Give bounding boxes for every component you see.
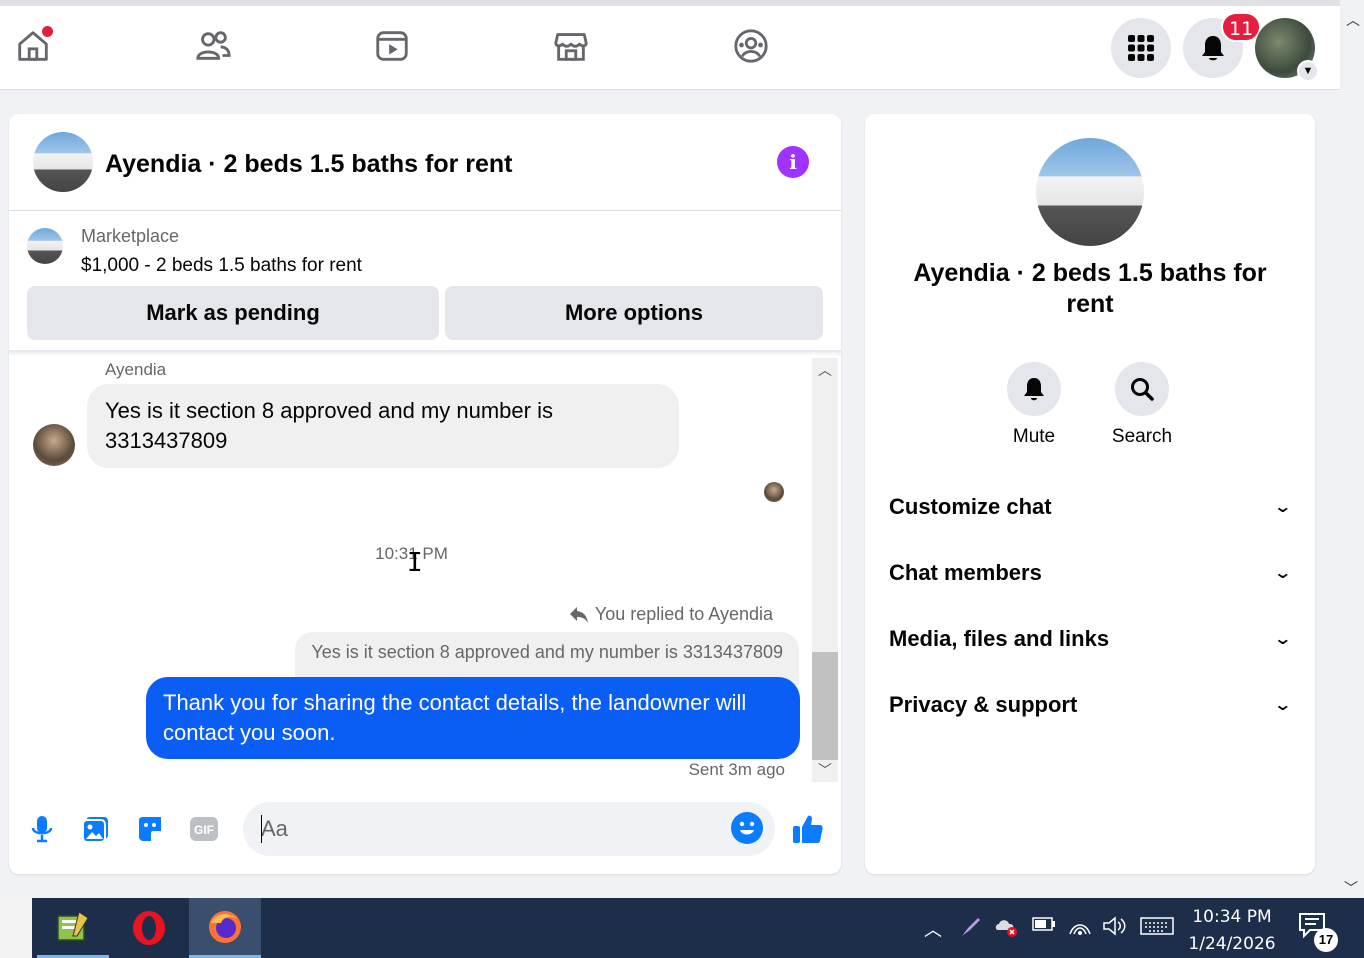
chat-members-section[interactable]: Chat members ⌄ <box>889 553 1292 593</box>
sticker-icon[interactable] <box>133 812 167 846</box>
outgoing-message[interactable]: Thank you for sharing the contact detail… <box>146 677 800 759</box>
home-notification-dot <box>42 26 53 37</box>
start-area[interactable] <box>0 898 32 958</box>
text-cursor-icon: I <box>407 548 423 578</box>
window-scroll-up-icon[interactable]: ︿ <box>1346 10 1360 30</box>
notification-count-badge: 17 <box>1314 928 1338 952</box>
video-icon[interactable] <box>372 26 412 66</box>
keyboard-icon[interactable] <box>1140 916 1174 941</box>
customize-chat-label: Customize chat <box>889 494 1052 519</box>
customize-chat-section[interactable]: Customize chat ⌄ <box>889 487 1292 527</box>
message-scrollbar[interactable]: ︿ ﹀ <box>812 358 838 782</box>
microphone-icon[interactable] <box>25 812 59 846</box>
thumbs-up-icon[interactable] <box>789 810 827 848</box>
chevron-down-icon: ⌄ <box>1272 631 1292 648</box>
home-icon[interactable] <box>13 26 53 66</box>
sender-avatar[interactable] <box>33 424 75 466</box>
reply-arrow-icon <box>569 606 588 623</box>
message-list[interactable]: Ayendia Yes is it section 8 approved and… <box>9 356 841 786</box>
message-input[interactable]: Aa <box>243 802 775 856</box>
chat-header: Ayendia · 2 beds 1.5 baths for rent i <box>9 114 841 211</box>
scroll-up-icon[interactable]: ︿ <box>812 360 838 380</box>
chevron-down-icon[interactable]: ▼ <box>1297 60 1319 82</box>
chevron-down-icon: ⌄ <box>1272 697 1292 714</box>
media-files-links-label: Media, files and links <box>889 626 1110 651</box>
listing-avatar[interactable] <box>33 132 93 192</box>
menu-grid-button[interactable] <box>1111 18 1171 78</box>
listing-price[interactable]: $1,000 - 2 beds 1.5 baths for rent <box>81 255 362 277</box>
notifications-badge: 11 <box>1221 12 1262 42</box>
privacy-support-section[interactable]: Privacy & support ⌄ <box>889 685 1292 725</box>
mute-label: Mute <box>1012 426 1056 447</box>
search-action[interactable]: Search <box>1102 362 1182 448</box>
privacy-support-label: Privacy & support <box>889 692 1078 717</box>
read-receipt-avatar <box>764 482 784 502</box>
windows-taskbar: ︿ 10:34 PM 1/24/2026 17 <box>0 898 1364 958</box>
clock-date: 1/24/2026 <box>1188 934 1276 954</box>
taskbar-app-opera[interactable] <box>113 898 185 958</box>
mark-as-pending-button[interactable]: Mark as pending <box>27 286 439 340</box>
mute-button[interactable] <box>1007 362 1061 416</box>
notepad-app-icon <box>57 910 89 941</box>
wifi-icon[interactable] <box>1068 916 1092 941</box>
photo-icon[interactable] <box>79 812 113 846</box>
emoji-icon[interactable] <box>731 812 763 844</box>
battery-icon[interactable] <box>1032 916 1056 937</box>
top-navigation-bar: 11 ▼ <box>0 0 1340 90</box>
bell-icon <box>1024 378 1044 401</box>
media-files-links-section[interactable]: Media, files and links ⌄ <box>889 619 1292 659</box>
opera-icon <box>133 911 165 945</box>
taskbar-app-notepad[interactable] <box>37 898 109 958</box>
scroll-down-icon[interactable]: ﹀ <box>812 760 838 780</box>
friends-icon[interactable] <box>193 26 233 66</box>
mute-action[interactable]: Mute <box>994 362 1074 448</box>
chat-panel: Ayendia · 2 beds 1.5 baths for rent i Ma… <box>9 114 841 874</box>
gif-label: GIF <box>194 823 214 837</box>
clock-time: 10:34 PM <box>1192 907 1272 927</box>
pen-tray-icon[interactable] <box>960 916 982 943</box>
sent-status: Sent 3m ago <box>688 760 785 779</box>
scroll-thumb[interactable] <box>812 652 838 760</box>
sender-name: Ayendia <box>105 360 167 379</box>
incoming-message[interactable]: Yes is it section 8 approved and my numb… <box>87 384 679 468</box>
show-hidden-icons-icon[interactable]: ︿ <box>924 916 942 942</box>
system-clock[interactable]: 10:34 PM 1/24/2026 <box>1180 904 1284 958</box>
notifications-bell-icon <box>1202 36 1224 61</box>
profile-avatar[interactable]: ▼ <box>1255 18 1319 82</box>
more-options-button[interactable]: More options <box>445 286 823 340</box>
onedrive-error-icon[interactable] <box>994 916 1020 943</box>
reply-indicator: You replied to Ayendia <box>569 604 773 625</box>
firefox-icon <box>209 910 241 943</box>
conversation-info-panel: Ayendia · 2 beds 1.5 baths for rent Mute… <box>865 114 1315 874</box>
chevron-down-icon: ⌄ <box>1272 565 1292 582</box>
search-label: Search <box>1111 426 1173 447</box>
search-button[interactable] <box>1115 362 1169 416</box>
menu-grid-icon <box>1128 35 1154 61</box>
info-icon[interactable]: i <box>777 146 809 178</box>
chevron-down-icon: ⌄ <box>1272 499 1292 516</box>
notifications-button[interactable]: 11 <box>1183 12 1262 78</box>
listing-profile-photo[interactable] <box>1036 138 1144 246</box>
chat-members-label: Chat members <box>889 560 1042 585</box>
listing-thumbnail[interactable] <box>27 228 63 264</box>
gif-icon[interactable]: GIF <box>187 812 221 846</box>
chat-title[interactable]: Ayendia · 2 beds 1.5 baths for rent <box>105 150 513 179</box>
search-icon <box>1131 378 1154 401</box>
marketplace-icon[interactable] <box>551 26 591 66</box>
volume-icon[interactable] <box>1102 916 1128 941</box>
marketplace-label: Marketplace <box>81 226 180 246</box>
replied-label: You replied to Ayendia <box>594 604 773 624</box>
message-composer: GIF Aa <box>9 798 841 860</box>
groups-icon[interactable] <box>731 26 771 66</box>
action-center-button[interactable]: 17 <box>1298 912 1338 952</box>
info-title: Ayendia · 2 beds 1.5 baths for rent <box>913 259 1267 318</box>
taskbar-app-firefox[interactable] <box>189 898 261 958</box>
window-scroll-down-icon[interactable]: ﹀ <box>1344 878 1358 898</box>
